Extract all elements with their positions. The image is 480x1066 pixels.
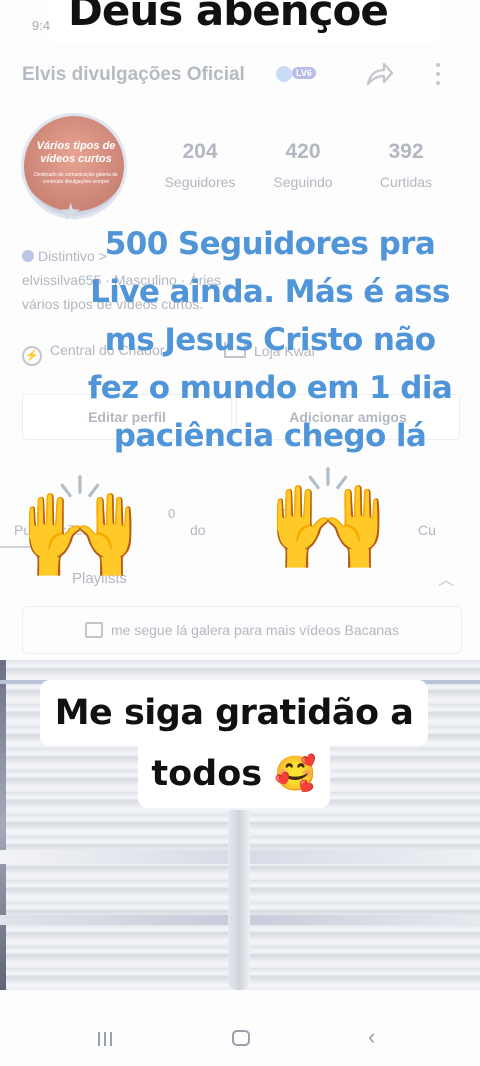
followers-count: 204 (182, 140, 218, 163)
tab-count-1: 0 (168, 506, 176, 521)
bottom-caption: Me siga gratidão a todos 🥰 (40, 680, 428, 808)
stat-likes[interactable]: 392 Curtidas (358, 140, 454, 190)
overlay-line: paciência chego lá (113, 418, 427, 454)
profile-name: Elvis divulgações Oficial (22, 64, 245, 85)
back-icon[interactable]: ‹ (368, 1024, 375, 1050)
top-caption-text: Deus abençoe (68, 0, 389, 35)
following-count: 420 (285, 140, 321, 163)
recent-apps-icon[interactable] (98, 1032, 116, 1046)
overlay-text: 500 Seguidores pra Live ainda. Más é ass… (60, 220, 480, 460)
glitch-bar (228, 810, 250, 990)
caption-line2: todos (151, 754, 263, 794)
bolt-icon: ⚡ (22, 346, 42, 366)
status-time: 9:4 (32, 18, 51, 33)
playlist-promo[interactable]: me segue lá galera para mais vídeos Baca… (22, 606, 462, 654)
avatar-subtitle: Destinado de comunicação galeria de cont… (34, 172, 118, 185)
followers-label: Seguidores (164, 174, 236, 190)
badge-icon (22, 250, 34, 262)
tab-other[interactable]: Cu (418, 522, 436, 538)
overlay-line: ms Jesus Cristo não (104, 322, 436, 358)
overlay-line: fez o mundo em 1 dia (87, 370, 453, 406)
likes-count: 392 (388, 140, 424, 163)
overlay-line: Live ainda. Más é ass (90, 274, 450, 310)
caption-line2-box: todos 🥰 (138, 740, 330, 808)
glitch-edge (0, 660, 6, 990)
more-vert-icon[interactable] (430, 58, 446, 92)
share-icon[interactable] (362, 58, 396, 92)
avatar-title: Vários tipos de vídeos curtos (36, 140, 116, 165)
raising-hands-icon-left: 🙌 (18, 472, 143, 584)
verified-icon (276, 66, 292, 82)
playlist-icon (85, 622, 104, 638)
stat-following[interactable]: 420 Seguindo (255, 140, 351, 190)
avatar[interactable]: Vários tipos de vídeos curtos Destinado … (20, 112, 130, 226)
overlay-line: 500 Seguidores pra (104, 226, 436, 262)
chevron-up-icon[interactable]: ︿ (438, 566, 454, 590)
tab-liked[interactable]: do (190, 522, 206, 538)
stat-followers[interactable]: 204 Seguidores (152, 140, 248, 190)
smiling-hearts-icon: 🥰 (274, 754, 317, 794)
profile-header: Elvis divulgações Oficial LV6 (0, 52, 480, 98)
system-nav-bar: ‹ (0, 1010, 480, 1066)
home-icon[interactable] (232, 1030, 250, 1046)
raising-hands-icon-right: 🙌 (266, 464, 391, 576)
caption-line1: Me siga gratidão a (40, 680, 428, 746)
likes-label: Curtidas (379, 174, 433, 190)
following-label: Seguindo (273, 174, 333, 190)
top-caption-box: 9:4 Deus abençoe (0, 0, 480, 46)
playlist-promo-text: me segue lá galera para mais vídeos Baca… (111, 622, 399, 638)
level-badge: LV6 (292, 67, 316, 79)
